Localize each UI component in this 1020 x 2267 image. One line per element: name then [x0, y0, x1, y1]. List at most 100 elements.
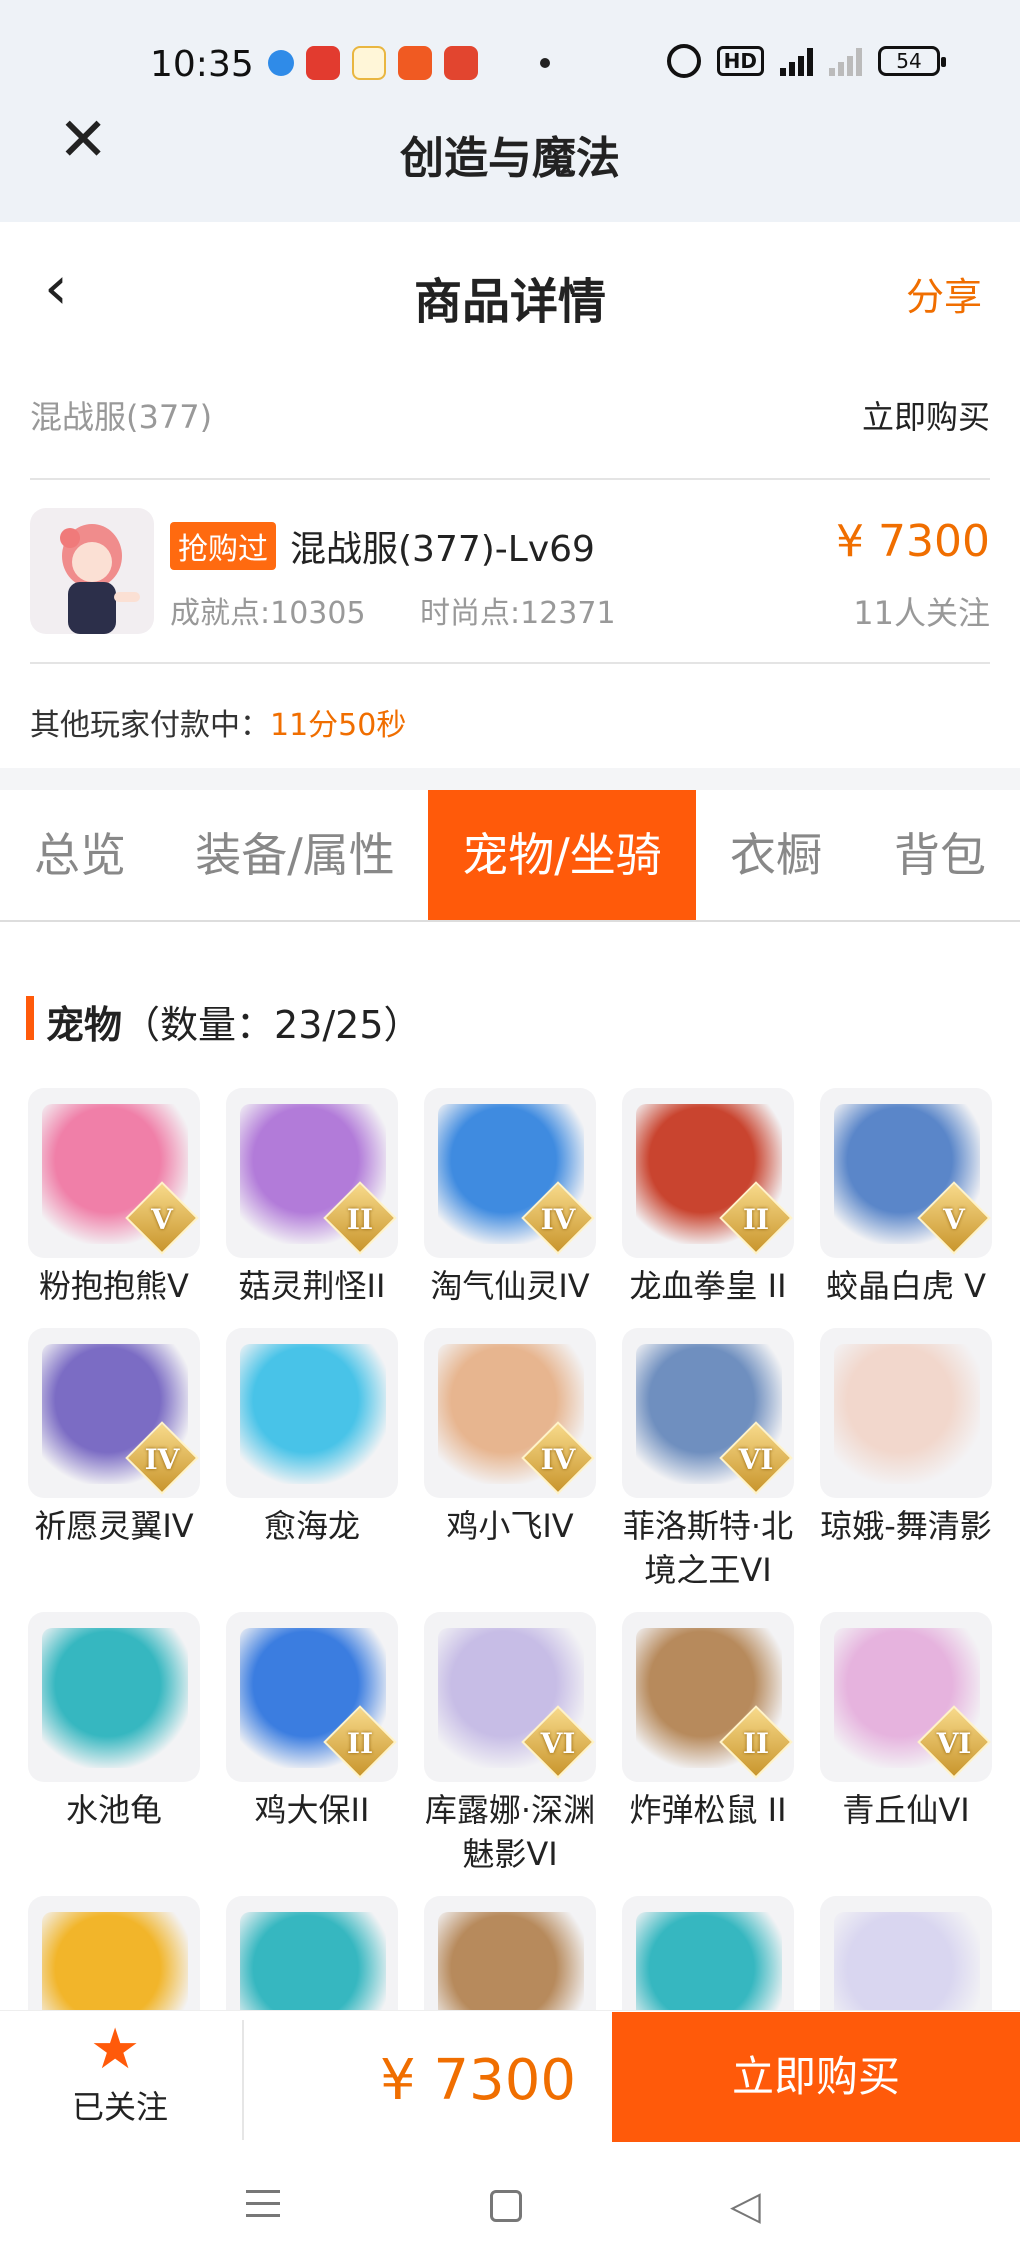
detail-tabs: 总览 装备/属性 宠物/坐骑 衣橱 背包 — [0, 790, 1020, 922]
hd-icon: HD — [716, 46, 764, 76]
status-time: 10:35 — [150, 44, 254, 85]
section-title-text: 宠物 — [46, 1003, 123, 1047]
app-icon-blue — [268, 50, 294, 76]
star-icon[interactable]: ★ — [90, 2022, 140, 2078]
pet-image: IV — [28, 1328, 200, 1498]
payment-status-label: 其他玩家付款中： — [30, 708, 270, 743]
divider — [30, 478, 990, 480]
level-badge-text: IV — [144, 1443, 180, 1476]
pet-name: 库露娜·深渊魅影VI — [424, 1791, 596, 1873]
share-button[interactable]: 分享 — [906, 266, 982, 321]
fashion-points: 时尚点:12371 — [420, 596, 616, 631]
tab-pets-mounts[interactable]: 宠物/坐骑 — [428, 790, 696, 920]
pet-name: 菇灵荆怪II — [238, 1267, 386, 1305]
pet-image: II — [226, 1088, 398, 1258]
level-badge-text: II — [742, 1727, 770, 1760]
pet-card[interactable]: II 菇灵荆怪II — [226, 1088, 398, 1308]
pet-name: 祈愿灵翼IV — [34, 1507, 194, 1545]
snapped-badge: 抢购过 — [170, 522, 276, 570]
pet-image: VI — [622, 1328, 794, 1498]
pet-card[interactable]: V 粉抱抱熊Ⅴ — [28, 1088, 200, 1308]
server-row: 混战服(377) 立即购买 — [30, 392, 990, 442]
signal-sim2-icon — [829, 46, 862, 76]
section-gap — [0, 768, 1020, 790]
level-badge-text: VI — [738, 1443, 774, 1476]
achievement-points: 成就点:10305 — [170, 596, 366, 631]
section-marker — [26, 996, 34, 1040]
level-badge-text: V — [151, 1203, 173, 1236]
tab-bag[interactable]: 背包 — [870, 790, 1010, 920]
pet-name: 愈海龙 — [263, 1507, 360, 1545]
pet-name: 水池龟 — [65, 1791, 162, 1829]
pet-art — [42, 1628, 188, 1768]
level-badge-text: VI — [936, 1727, 972, 1760]
level-badge-text: II — [742, 1203, 770, 1236]
app-icon-game — [444, 46, 478, 80]
follower-count: 11人关注 — [853, 594, 990, 632]
notification-icons — [268, 46, 550, 80]
bar-divider — [242, 2020, 244, 2140]
tab-equipment[interactable]: 装备/属性 — [170, 790, 420, 920]
pet-card[interactable]: II 龙血拳皇 II — [622, 1088, 794, 1308]
pet-card[interactable]: VI 菲洛斯特·北境之王VI — [622, 1328, 794, 1592]
pet-card[interactable]: IV 淘气仙灵IV — [424, 1088, 596, 1308]
payment-countdown: 11分50秒 — [270, 708, 407, 743]
pet-card[interactable]: II 炸弹松鼠 II — [622, 1612, 794, 1832]
section-count: （数量：23/25） — [122, 1003, 422, 1047]
item-price: ¥ 7300 — [836, 516, 990, 567]
signal-5g-icon — [780, 46, 813, 76]
pet-name: 蛟晶白虎 V — [825, 1267, 987, 1305]
pet-image: II — [622, 1612, 794, 1782]
more-notifications-icon — [540, 58, 550, 68]
followed-label[interactable]: 已关注 — [72, 2082, 168, 2128]
pet-name: 青丘仙VI — [842, 1791, 970, 1829]
pet-name: 淘气仙灵IV — [430, 1267, 590, 1305]
pet-image: VI — [820, 1612, 992, 1782]
app-icon-listen — [306, 46, 340, 80]
buy-now-link[interactable]: 立即购买 — [862, 392, 990, 438]
pet-card[interactable]: 水池龟 — [28, 1612, 200, 1832]
payment-status: 其他玩家付款中：11分50秒 — [30, 700, 406, 744]
pet-card[interactable]: II 鸡大保II — [226, 1612, 398, 1832]
app-icon-video — [398, 46, 432, 80]
page-title: 商品详情 — [413, 274, 606, 330]
home-icon[interactable] — [490, 2190, 522, 2222]
item-summary: 抢购过 混战服(377)-Lv69 成就点:10305 时尚点:12371 ¥ … — [30, 508, 990, 638]
pet-card[interactable]: VI 青丘仙VI — [820, 1612, 992, 1832]
pet-image: IV — [424, 1088, 596, 1258]
pet-image — [820, 1328, 992, 1498]
pet-card[interactable]: 愈海龙 — [226, 1328, 398, 1548]
alarm-icon — [666, 44, 701, 78]
menu-icon[interactable] — [246, 2190, 280, 2226]
tab-wardrobe[interactable]: 衣橱 — [706, 790, 846, 920]
pet-image: V — [820, 1088, 992, 1258]
level-badge-text: II — [346, 1203, 374, 1236]
pet-image — [226, 1328, 398, 1498]
app-icon-100 — [352, 46, 386, 80]
pet-card[interactable]: IV 祈愿灵翼IV — [28, 1328, 200, 1548]
level-badge-text: II — [346, 1727, 374, 1760]
pet-card[interactable]: V 蛟晶白虎 V — [820, 1088, 992, 1308]
section-title: 宠物（数量：23/25） — [46, 994, 422, 1049]
server-name: 混战服(377) — [30, 398, 213, 436]
pet-name: 龙血拳皇 II — [629, 1267, 787, 1305]
pet-card[interactable]: 琼娥-舞清影 — [820, 1328, 992, 1548]
pet-name: 炸弹松鼠 II — [629, 1791, 787, 1829]
bottom-price: ¥ 7300 — [380, 2048, 576, 2113]
system-status: HD 54 — [666, 44, 946, 78]
pet-card[interactable]: VI 库露娜·深渊魅影VI — [424, 1612, 596, 1876]
pet-name: 菲洛斯特·北境之王VI — [622, 1507, 794, 1589]
level-badge-text: IV — [540, 1203, 576, 1236]
character-avatar — [30, 508, 154, 634]
pet-image: II — [622, 1088, 794, 1258]
buy-now-button[interactable]: 立即购买 — [612, 2012, 1020, 2142]
pet-art — [240, 1344, 386, 1484]
level-badge-text: VI — [540, 1727, 576, 1760]
back-triangle-icon[interactable]: ◁ — [730, 2186, 761, 2226]
pet-art — [834, 1344, 980, 1484]
pet-name: 鸡小飞IV — [446, 1507, 574, 1545]
tab-overview[interactable]: 总览 — [0, 790, 160, 920]
pet-image — [28, 1612, 200, 1782]
pet-card[interactable]: IV 鸡小飞IV — [424, 1328, 596, 1548]
pet-name: 粉抱抱熊Ⅴ — [39, 1267, 189, 1305]
